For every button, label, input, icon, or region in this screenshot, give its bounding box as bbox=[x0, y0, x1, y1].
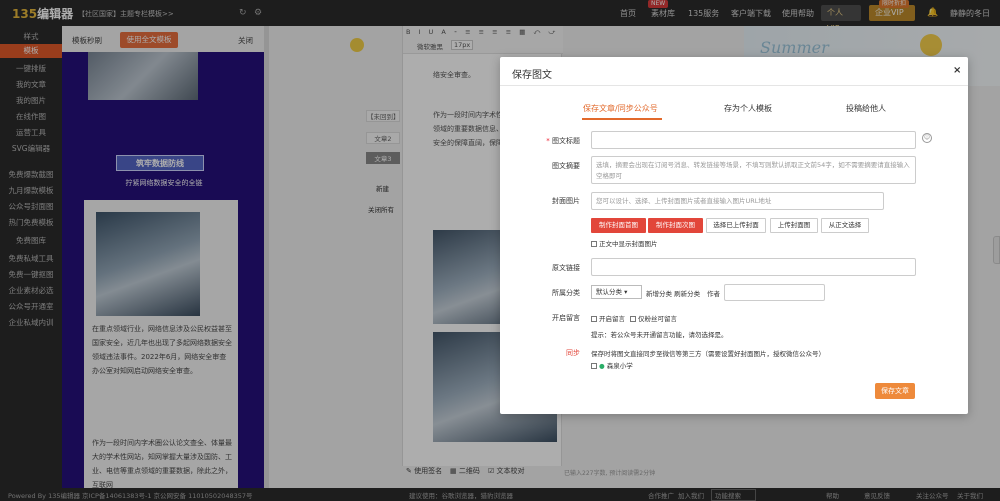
sync-label: 同步 bbox=[566, 349, 580, 357]
title-label: * 图文标题 bbox=[546, 137, 580, 145]
upload-cover-button[interactable]: 上传封面图 bbox=[770, 218, 818, 233]
tab-personal-template[interactable]: 存为个人模板 bbox=[724, 103, 772, 114]
title-input[interactable] bbox=[591, 131, 916, 149]
cover-url-input[interactable]: 您可以设计、选择、上传封面图片或者直接输入图片URL地址 bbox=[591, 192, 884, 210]
make-cover-secondary-button[interactable]: 制作封面次图 bbox=[648, 218, 703, 233]
sync-description: 保存时将图文直接同步至微信等第三方（需要设置好封面图片，授权微信公众号） bbox=[591, 350, 825, 358]
open-comment-checkbox[interactable]: 开启留言 bbox=[591, 313, 625, 323]
close-icon[interactable]: × bbox=[953, 65, 961, 76]
category-label: 所属分类 bbox=[552, 289, 580, 297]
source-link-input[interactable] bbox=[591, 258, 916, 276]
tab-submit-to-others[interactable]: 投稿给他人 bbox=[846, 103, 886, 114]
summary-label: 图文摘要 bbox=[552, 162, 580, 170]
save-article-button[interactable]: 保存文章 bbox=[875, 383, 915, 399]
cover-label: 封面图片 bbox=[552, 197, 580, 205]
choose-from-body-button[interactable]: 从正文选择 bbox=[821, 218, 869, 233]
category-links[interactable]: 新增分类 刷新分类 bbox=[646, 288, 700, 298]
choose-uploaded-cover-button[interactable]: 选择已上传封面 bbox=[706, 218, 766, 233]
comment-label: 开启留言 bbox=[552, 314, 580, 322]
divider bbox=[500, 85, 968, 86]
save-article-dialog: 保存图文 × 保存文章/同步公众号 存为个人模板 投稿给他人 * 图文标题 ☺ … bbox=[500, 57, 968, 414]
dialog-title: 保存图文 bbox=[512, 70, 552, 81]
sync-account-checkbox[interactable]: ● 森泉小学 bbox=[591, 360, 633, 370]
emoji-icon[interactable]: ☺ bbox=[922, 133, 932, 143]
active-tab-indicator bbox=[582, 118, 662, 120]
tab-save-sync[interactable]: 保存文章/同步公众号 bbox=[583, 103, 658, 114]
make-cover-main-button[interactable]: 制作封面首图 bbox=[591, 218, 646, 233]
wechat-icon: ● bbox=[599, 362, 605, 370]
author-label: 作者 bbox=[707, 290, 720, 298]
link-label: 原文链接 bbox=[552, 264, 580, 272]
fans-only-checkbox[interactable]: 仅粉丝可留言 bbox=[630, 313, 677, 323]
show-cover-checkbox[interactable]: 正文中显示封面图片 bbox=[591, 238, 658, 248]
author-input[interactable] bbox=[724, 284, 825, 301]
comment-hint: 提示：若公众号未开通留言功能，请勿选择是。 bbox=[591, 331, 728, 339]
category-select[interactable]: 默认分类 ▾ bbox=[591, 285, 642, 299]
summary-textarea[interactable]: 选填，摘要会出现在订阅号消息、转发链接等场景，不填写则默认抓取正文前54字，如不… bbox=[591, 156, 916, 184]
